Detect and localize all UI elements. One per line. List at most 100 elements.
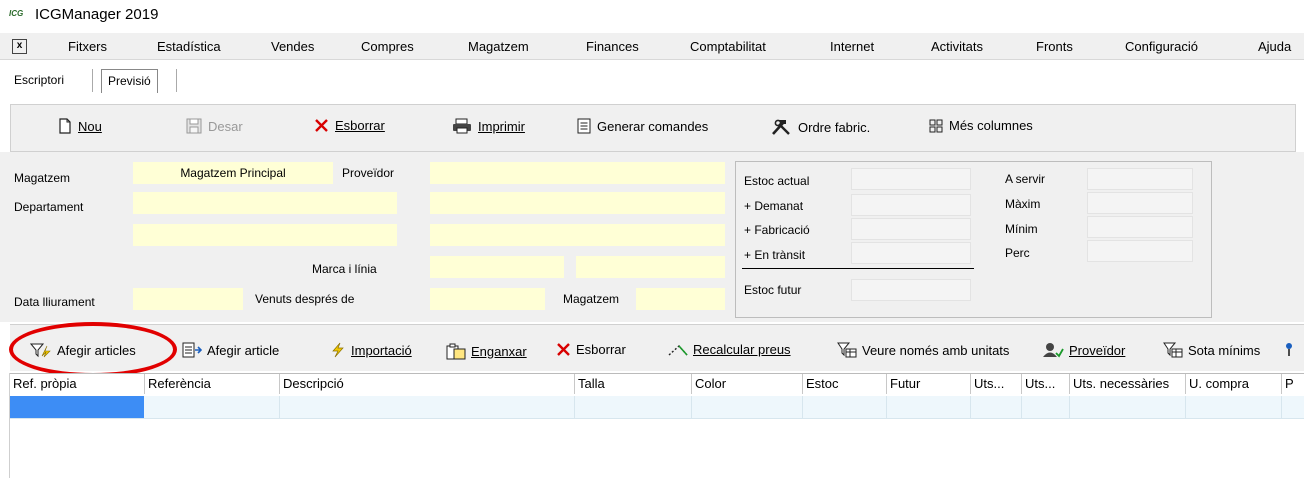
cell-separator [970, 396, 971, 418]
below-minimum-button[interactable]: Sota mínims [1163, 342, 1260, 358]
ordered-label: + Demanat [744, 199, 804, 213]
tabs-row [0, 61, 1304, 99]
recalculate-prices-button[interactable]: Recalcular preus [668, 342, 791, 357]
paste-button[interactable]: Enganxar [446, 342, 527, 360]
new-button[interactable]: Nou [58, 118, 102, 134]
below-minimum-label: Sota mínims [1188, 342, 1261, 358]
menu-fitxers[interactable]: Fitxers [68, 39, 107, 54]
column-header-descripcio[interactable]: Descripció [279, 374, 574, 394]
current-stock-label: Estoc actual [744, 174, 810, 188]
menu-internet[interactable]: Internet [830, 39, 874, 54]
close-document-icon[interactable]: x [12, 39, 27, 54]
more-columns-button[interactable]: Més columnes [929, 118, 1033, 133]
menu-finances[interactable]: Finances [586, 39, 639, 54]
warehouse-field[interactable]: Magatzem Principal [133, 162, 333, 184]
menu-ajuda[interactable]: Ajuda [1258, 39, 1291, 54]
supplier-field[interactable] [430, 162, 725, 184]
lightning-icon [330, 342, 346, 358]
clipboard-icon [446, 342, 466, 360]
column-header-futur[interactable]: Futur [886, 374, 970, 394]
more-columns-label: Més columnes [949, 118, 1033, 133]
menu-magatzem[interactable]: Magatzem [468, 39, 529, 54]
column-header-p[interactable]: P [1281, 374, 1304, 394]
menu-comptabilitat[interactable]: Comptabilitat [690, 39, 766, 54]
menu-vendes[interactable]: Vendes [271, 39, 314, 54]
cell-separator [1185, 396, 1186, 418]
tab-escriptori[interactable]: Escriptori [8, 69, 70, 92]
column-header-color[interactable]: Color [691, 374, 802, 394]
filter-table-icon [837, 342, 857, 358]
cell-separator [1069, 396, 1070, 418]
column-header-uts-2[interactable]: Uts... [1021, 374, 1069, 394]
cell-separator [886, 396, 887, 418]
tab-previsio[interactable]: Previsió [101, 69, 158, 93]
manufacturing-order-label: Ordre fabric. [798, 119, 871, 135]
min-value [1087, 216, 1193, 238]
column-header-talla[interactable]: Talla [574, 374, 691, 394]
department-description-field[interactable] [430, 192, 725, 214]
red-x-icon [314, 118, 329, 133]
column-header-uts-1[interactable]: Uts... [970, 374, 1021, 394]
future-stock-label: Estoc futur [744, 283, 802, 297]
table-row[interactable] [10, 396, 1304, 419]
line-field[interactable] [576, 256, 725, 278]
menu-estadistica[interactable]: Estadística [157, 39, 221, 54]
delete-row-button[interactable]: Esborrar [556, 342, 626, 357]
overflow-tool-icon[interactable] [1284, 342, 1298, 358]
to-serve-value [1087, 168, 1193, 190]
column-header-estoc[interactable]: Estoc [802, 374, 886, 394]
printer-icon [452, 118, 472, 134]
department-label: Departament [14, 200, 84, 214]
paste-label: Enganxar [471, 343, 527, 359]
department2-description-field[interactable] [430, 224, 725, 246]
column-header-u-compra[interactable]: U. compra [1185, 374, 1281, 394]
delete-button[interactable]: Esborrar [314, 118, 385, 133]
tab-separator [92, 69, 93, 92]
only-with-units-label: Veure només amb unitats [862, 342, 1010, 358]
min-label: Mínim [1005, 222, 1038, 236]
menu-activitats[interactable]: Activitats [931, 39, 983, 54]
warehouse2-label: Magatzem [563, 292, 620, 306]
column-header-ref-propia[interactable]: Ref. pròpia [10, 374, 144, 394]
menu-configuracio[interactable]: Configuració [1125, 39, 1198, 54]
cell-separator [574, 396, 575, 418]
warehouse2-field[interactable] [636, 288, 725, 310]
manufacturing-order-button[interactable]: Ordre fabric. [770, 118, 870, 136]
only-with-units-button[interactable]: Veure només amb unitats [837, 342, 1009, 358]
ordered-value [851, 194, 971, 216]
hammer-wrench-icon [770, 118, 792, 136]
supplier-label: Proveïdor [342, 166, 395, 180]
column-header-uts-necessaries[interactable]: Uts. necessàries [1069, 374, 1185, 394]
perc-value [1087, 240, 1193, 262]
menu-compres[interactable]: Compres [361, 39, 414, 54]
supplier-button[interactable]: Proveïdor [1042, 342, 1125, 358]
manufacturing-value [851, 218, 971, 240]
tab-separator [176, 69, 177, 92]
app-title: ICGManager 2019 [35, 6, 159, 23]
manufacturing-label: + Fabricació [744, 223, 810, 237]
cell-separator [802, 396, 803, 418]
columns-grid-icon [929, 119, 943, 133]
delivery-date-field[interactable] [133, 288, 243, 310]
max-value [1087, 192, 1193, 214]
save-button[interactable]: Desar [186, 118, 243, 134]
grid-left-border [9, 373, 10, 478]
menu-fronts[interactable]: Fronts [1036, 39, 1073, 54]
add-article-button[interactable]: Afegir article [182, 342, 279, 358]
brand-field[interactable] [430, 256, 564, 278]
selected-cell[interactable] [10, 396, 144, 418]
sold-after-field[interactable] [430, 288, 545, 310]
cell-separator [279, 396, 280, 418]
print-button[interactable]: Imprimir [452, 118, 525, 134]
floppy-disk-icon [186, 118, 202, 134]
generate-orders-label: Generar comandes [597, 118, 709, 134]
column-header-referencia[interactable]: Referència [144, 374, 279, 394]
warehouse-label: Magatzem [14, 171, 71, 185]
department-field[interactable] [133, 192, 397, 214]
generate-orders-button[interactable]: Generar comandes [577, 118, 708, 134]
current-stock-value [851, 168, 971, 190]
red-x-icon [556, 342, 571, 357]
print-button-label: Imprimir [478, 118, 525, 134]
import-button[interactable]: Importació [330, 342, 412, 358]
department2-field[interactable] [133, 224, 397, 246]
